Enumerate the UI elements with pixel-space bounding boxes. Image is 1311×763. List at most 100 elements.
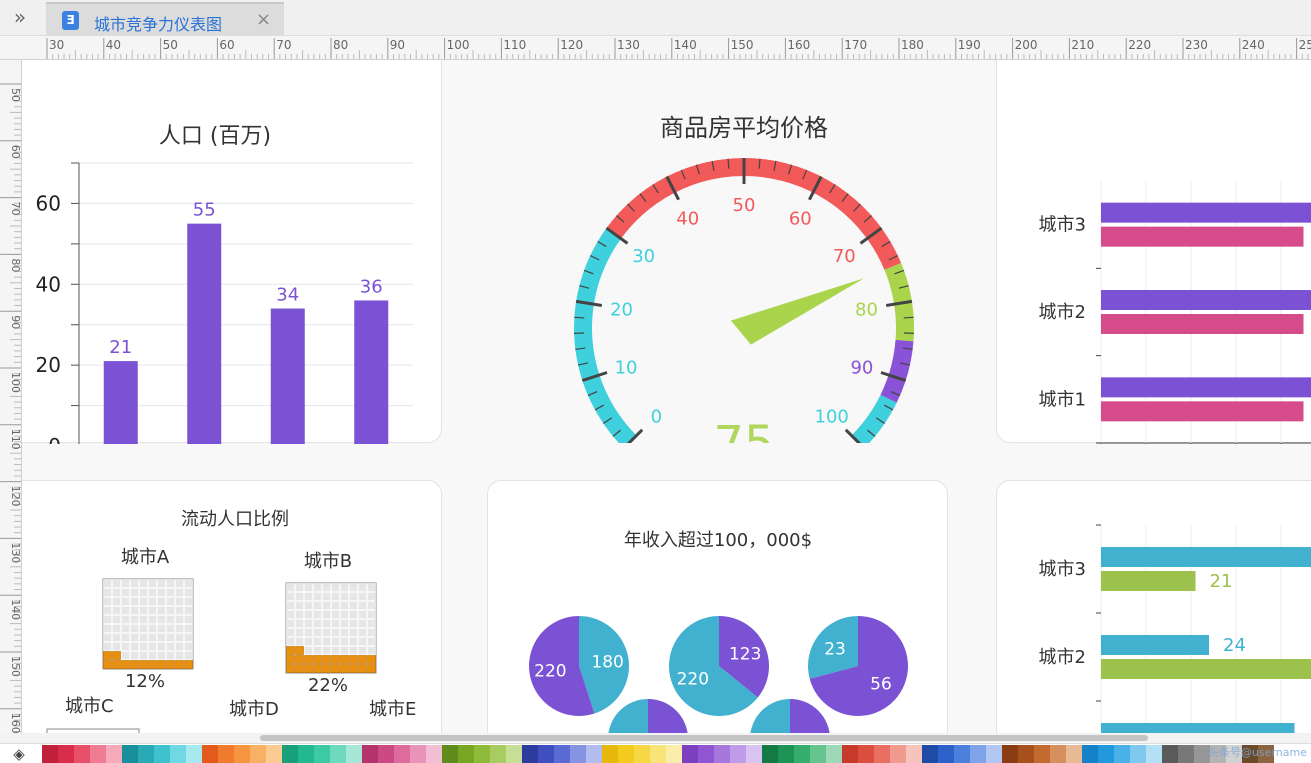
waffle-cell [286,601,295,610]
color-swatch[interactable] [1050,745,1066,763]
color-swatch[interactable] [426,745,442,763]
color-swatch[interactable] [218,745,234,763]
ruler-label: 150 [731,38,754,52]
color-swatch[interactable] [538,745,554,763]
color-swatch[interactable] [394,745,410,763]
document-tab[interactable]: Ǝ 城市竞争力仪表图 × [46,2,284,36]
population-card[interactable]: 人口 (百万)020406021城市155城市234城市336城市4 [22,60,442,483]
color-swatch[interactable] [378,745,394,763]
color-swatch[interactable] [730,745,746,763]
fill-bucket-icon[interactable]: ◈ [4,745,34,763]
waffle-cell [148,624,157,633]
color-swatch[interactable] [122,745,138,763]
color-swatch[interactable] [922,745,938,763]
color-swatch[interactable] [746,745,762,763]
color-swatch[interactable] [106,745,122,763]
color-swatch[interactable] [58,745,74,763]
color-swatch[interactable] [234,745,250,763]
color-swatch[interactable] [954,745,970,763]
color-swatch[interactable] [1082,745,1098,763]
color-swatch[interactable] [346,745,362,763]
color-swatch[interactable] [650,745,666,763]
color-swatch[interactable] [506,745,522,763]
color-swatch[interactable] [842,745,858,763]
color-swatch[interactable] [298,745,314,763]
color-swatch[interactable] [890,745,906,763]
color-swatch[interactable] [442,745,458,763]
color-swatch[interactable] [170,745,186,763]
waffle-cell [175,633,184,642]
color-swatch[interactable] [874,745,890,763]
color-swatch[interactable] [474,745,490,763]
scrollbar-thumb[interactable] [260,735,1148,741]
color-swatch[interactable] [570,745,586,763]
color-swatch[interactable] [154,745,170,763]
gauge-tick-label: 90 [850,357,873,378]
color-swatch[interactable] [410,745,426,763]
color-swatch[interactable] [762,745,778,763]
color-swatch[interactable] [282,745,298,763]
color-swatch[interactable] [186,745,202,763]
waffle-card[interactable]: 流动人口比例 城市A 12% 城市B 22% 城市C 城市D 城市E [22,480,442,733]
color-swatch[interactable] [1066,745,1082,763]
sidebar-toggle-icon[interactable]: » [6,6,34,30]
waffle-cell-filled [295,646,304,655]
gauge-card[interactable]: 商品房平均价格010203040506070809010075销售仪表 [462,60,977,480]
waffle-cell [121,642,130,651]
color-swatch[interactable] [586,745,602,763]
gauge-minor-tick [574,316,585,319]
waffle-cell [340,646,349,655]
color-swatch[interactable] [810,745,826,763]
color-swatch[interactable] [42,745,58,763]
waffle-cell-filled [367,664,376,673]
color-swatch[interactable] [906,745,922,763]
color-swatch[interactable] [554,745,570,763]
color-swatch[interactable] [1130,745,1146,763]
color-swatch[interactable] [714,745,730,763]
color-swatch[interactable] [202,745,218,763]
color-swatch[interactable] [1146,745,1162,763]
color-swatch[interactable] [330,745,346,763]
color-swatch[interactable] [778,745,794,763]
color-swatch[interactable] [1018,745,1034,763]
color-swatch[interactable] [90,745,106,763]
color-swatch[interactable] [682,745,698,763]
color-swatch[interactable] [362,745,378,763]
color-swatch[interactable] [1098,745,1114,763]
waffle-cell [286,592,295,601]
color-swatch[interactable] [522,745,538,763]
color-swatch[interactable] [970,745,986,763]
color-swatch[interactable] [938,745,954,763]
color-swatch[interactable] [794,745,810,763]
color-swatch[interactable] [986,745,1002,763]
close-icon[interactable]: × [256,9,271,30]
pies-card[interactable]: 年收入超过100，000$ 180 220 123 220 56 23 [487,480,948,733]
diagram-canvas[interactable]: 人口 (百万)020406021城市155城市234城市336城市4 商品房平均… [22,60,1311,733]
color-swatch[interactable] [602,745,618,763]
color-swatch[interactable] [266,745,282,763]
horizontal-scrollbar[interactable] [0,733,1311,743]
color-swatch[interactable] [1114,745,1130,763]
color-swatch[interactable] [666,745,682,763]
waffle-cell [112,588,121,597]
color-swatch[interactable] [458,745,474,763]
waffle-cell [184,588,193,597]
color-swatch[interactable] [858,745,874,763]
ruler-label: 40 [106,38,121,52]
color-swatch[interactable] [490,745,506,763]
color-swatch[interactable] [314,745,330,763]
color-swatch[interactable] [1178,745,1194,763]
color-swatch[interactable] [618,745,634,763]
hbar-bottom-card[interactable]: 城市3 21 城市2 24 [996,480,1311,733]
color-swatch[interactable] [634,745,650,763]
color-swatch[interactable] [74,745,90,763]
waffle-cell [358,646,367,655]
color-swatch[interactable] [698,745,714,763]
color-swatch[interactable] [1034,745,1050,763]
color-swatch[interactable] [250,745,266,763]
color-swatch[interactable] [138,745,154,763]
hbar-top-card[interactable]: 010203040城市1城市2城市3 [996,60,1311,475]
color-swatch[interactable] [1162,745,1178,763]
color-swatch[interactable] [826,745,842,763]
color-swatch[interactable] [1002,745,1018,763]
